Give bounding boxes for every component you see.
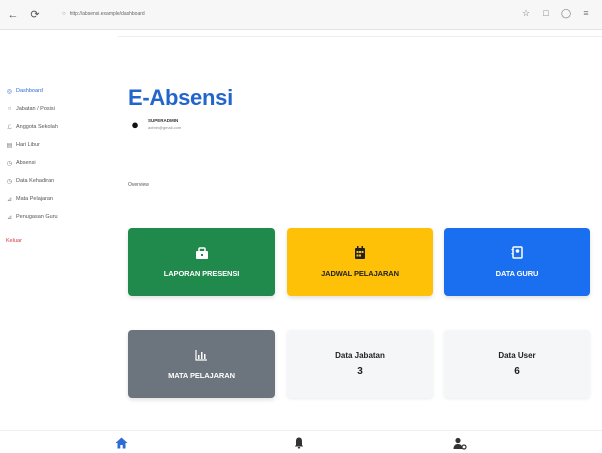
sidebar-item-label: Hari Libur bbox=[16, 142, 40, 148]
address-bar[interactable]: ○ http://absensi.example/dashboard bbox=[62, 6, 262, 22]
arrow-left-icon[interactable]: ← bbox=[4, 6, 22, 24]
sidebar-item-jabatan[interactable]: ○ Jabatan / Posisi bbox=[0, 100, 118, 118]
reload-icon[interactable]: ⟳ bbox=[26, 6, 44, 24]
calendar-icon bbox=[354, 246, 366, 259]
sidebar-item-kehadiran[interactable]: ◷ Data Kehadiran bbox=[0, 172, 118, 190]
calendar-icon: ▤ bbox=[6, 142, 13, 149]
jadwal-pelajaran-card[interactable]: JADWAL PELAJARAN bbox=[287, 228, 433, 296]
bookmark-icon[interactable]: ☆ bbox=[520, 7, 532, 19]
people-icon: ℒ bbox=[7, 124, 12, 131]
home-icon[interactable] bbox=[113, 435, 129, 451]
lock-icon: ○ bbox=[62, 11, 66, 17]
sidebar-item-label: Penugasan Guru bbox=[16, 214, 58, 220]
clock-icon: ◷ bbox=[6, 160, 13, 167]
sidebar-item-dashboard[interactable]: ◎ Dashboard bbox=[0, 82, 118, 100]
dashboard-icon: ◎ bbox=[6, 88, 13, 95]
mata-pelajaran-card[interactable]: MATA PELAJARAN bbox=[128, 330, 275, 398]
book-icon: ⊿ bbox=[6, 196, 13, 203]
data-jabatan-card[interactable]: Data Jabatan 3 bbox=[287, 330, 433, 398]
card-value: 6 bbox=[514, 366, 520, 377]
people-icon: ⊿ bbox=[6, 214, 13, 221]
user-name: SUPERADMIN bbox=[148, 118, 179, 123]
card-title: Data User bbox=[498, 351, 536, 360]
sidebar-item-hari-libur[interactable]: ▤ Hari Libur bbox=[0, 136, 118, 154]
chart-icon bbox=[195, 349, 208, 361]
overview-label: Overview bbox=[128, 182, 149, 188]
clock-icon: ◷ bbox=[6, 178, 13, 185]
person-icon: ○ bbox=[7, 106, 12, 112]
sidebar-item-anggota[interactable]: ℒ Anggota Sekolah bbox=[0, 118, 118, 136]
sidebar-item-label: Anggota Sekolah bbox=[16, 124, 58, 130]
laporan-presensi-card[interactable]: LAPORAN PRESENSI bbox=[128, 228, 275, 296]
sidebar-item-label: Dashboard bbox=[16, 88, 43, 94]
bag-icon bbox=[195, 246, 209, 259]
divider bbox=[118, 36, 602, 37]
user-info: ● SUPERADMIN admin@gmail.com bbox=[128, 116, 182, 132]
data-guru-card[interactable]: DATA GURU bbox=[444, 228, 590, 296]
profile-icon[interactable]: ◯ bbox=[560, 7, 572, 19]
menu-icon[interactable]: ≡ bbox=[580, 7, 592, 19]
sidebar-item-penugasan[interactable]: ⊿ Penugasan Guru bbox=[0, 208, 118, 226]
bell-icon[interactable] bbox=[291, 435, 307, 451]
sidebar: ◎ Dashboard ○ Jabatan / Posisi ℒ Anggota… bbox=[0, 30, 118, 430]
sidebar-item-label: Jabatan / Posisi bbox=[16, 106, 55, 112]
sidebar-item-absensi[interactable]: ◷ Absensi bbox=[0, 154, 118, 172]
card-title: Data Jabatan bbox=[335, 351, 385, 360]
user-email: admin@gmail.com bbox=[148, 125, 182, 130]
card-label: JADWAL PELAJARAN bbox=[321, 269, 399, 278]
card-label: DATA GURU bbox=[495, 269, 539, 278]
user-card-icon bbox=[511, 246, 524, 259]
browser-toolbar: ← ⟳ ○ http://absensi.example/dashboard ☆… bbox=[0, 0, 602, 30]
data-user-card[interactable]: Data User 6 bbox=[444, 330, 590, 398]
sidebar-item-label: Absensi bbox=[16, 160, 36, 166]
main-content: E-Absensi ● SUPERADMIN admin@gmail.com O… bbox=[118, 30, 602, 430]
card-value: 3 bbox=[357, 366, 363, 377]
logout-link[interactable]: Keluar bbox=[0, 232, 118, 250]
user-avatar-icon: ● bbox=[131, 116, 139, 132]
sidebar-item-mapel[interactable]: ⊿ Mata Pelajaran bbox=[0, 190, 118, 208]
card-label: LAPORAN PRESENSI bbox=[163, 268, 240, 278]
page-title: E-Absensi bbox=[128, 85, 233, 110]
sidebar-item-label: Mata Pelajaran bbox=[16, 196, 53, 202]
user-settings-icon[interactable] bbox=[452, 435, 468, 451]
url-text: http://absensi.example/dashboard bbox=[69, 11, 145, 17]
card-label: MATA PELAJARAN bbox=[168, 370, 235, 380]
extensions-icon[interactable]: □ bbox=[540, 7, 552, 19]
sidebar-item-label: Data Kehadiran bbox=[16, 178, 55, 184]
bottom-nav bbox=[0, 430, 602, 453]
